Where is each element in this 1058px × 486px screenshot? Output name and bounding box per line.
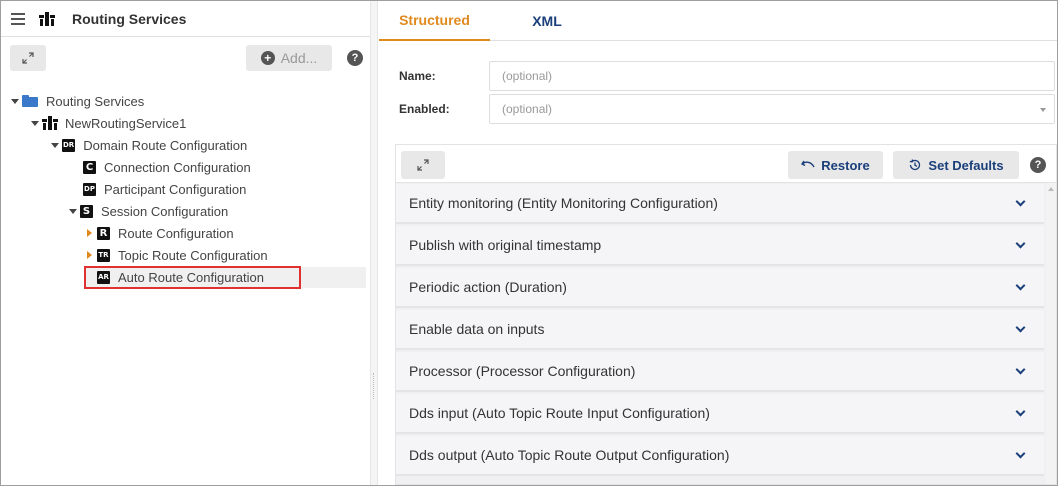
section-label: Processor (Processor Configuration) xyxy=(409,363,636,379)
config-expand-button[interactable] xyxy=(401,151,445,179)
section-dds-output[interactable]: Dds output (Auto Topic Route Output Conf… xyxy=(396,436,1044,476)
dropdown-arrow-icon xyxy=(1040,108,1046,112)
tree-item-label: Auto Route Configuration xyxy=(118,269,264,285)
caret-down-icon[interactable] xyxy=(51,142,59,148)
chevron-down-icon xyxy=(1015,364,1026,375)
panel-splitter[interactable] xyxy=(370,1,378,485)
left-header: Routing Services xyxy=(1,1,370,37)
chevron-down-icon xyxy=(1015,280,1026,291)
chevron-down-icon xyxy=(1015,196,1026,207)
section-enable-data[interactable]: Enable data on inputs xyxy=(396,310,1044,350)
app-title: Routing Services xyxy=(72,10,187,27)
restore-label: Restore xyxy=(821,157,870,173)
splitter-grip[interactable] xyxy=(373,373,375,399)
config-panel: Restore Set Defaults ? Entity monitoring… xyxy=(395,144,1057,485)
r-badge-icon: R xyxy=(97,226,110,240)
enabled-row: Enabled: (optional) xyxy=(379,94,1057,124)
chevron-down-icon xyxy=(1015,448,1026,459)
tree-item-label: Participant Configuration xyxy=(104,181,247,197)
config-toolbar: Restore Set Defaults ? xyxy=(396,145,1056,183)
dp-badge-icon: DP xyxy=(83,182,96,196)
section-processor[interactable]: Processor (Processor Configuration) xyxy=(396,352,1044,392)
folder-open-icon xyxy=(22,95,38,107)
chevron-down-icon xyxy=(1015,406,1026,417)
caret-down-icon[interactable] xyxy=(31,120,39,126)
tree-item-label: Route Configuration xyxy=(118,225,234,241)
routing-service-icon xyxy=(42,116,58,130)
tree-item-label: Topic Route Configuration xyxy=(118,247,268,263)
ar-badge-icon: AR xyxy=(97,270,110,284)
hamburger-menu-icon[interactable] xyxy=(11,12,25,25)
tree-item-label: NewRoutingService1 xyxy=(65,115,187,131)
right-panel: Structured XML Name: Enabled: (optional)… xyxy=(379,1,1057,485)
undo-icon xyxy=(801,160,815,168)
tree-item-session[interactable]: S Session Configuration xyxy=(69,200,228,222)
add-button-label: Add... xyxy=(280,50,318,66)
caret-right-icon[interactable] xyxy=(87,251,92,259)
tree-item-domain-route[interactable]: DR Domain Route Configuration xyxy=(51,134,247,156)
tree-item-participant[interactable]: DP Participant Configuration xyxy=(83,178,246,200)
expand-button[interactable] xyxy=(10,45,46,71)
tab-xml[interactable]: XML xyxy=(508,1,586,41)
enabled-select-value: (optional) xyxy=(502,102,553,116)
chevron-down-icon xyxy=(1015,322,1026,333)
config-scrollbar[interactable] xyxy=(1046,183,1056,484)
set-defaults-button[interactable]: Set Defaults xyxy=(893,151,1019,179)
section-dds-input[interactable]: Dds input (Auto Topic Route Input Config… xyxy=(396,394,1044,434)
tree-item-routing-services[interactable]: Routing Services xyxy=(11,90,144,112)
tree-item-connection[interactable]: C Connection Configuration xyxy=(83,156,251,178)
dr-badge-icon: DR xyxy=(62,138,76,152)
caret-down-icon[interactable] xyxy=(11,98,19,104)
scroll-up-arrow-icon[interactable] xyxy=(1048,187,1054,191)
tab-bar: Structured XML xyxy=(379,1,1057,41)
tree-item-label: Routing Services xyxy=(46,93,145,109)
add-button[interactable]: + Add... xyxy=(246,45,332,71)
tree-item-topic-route[interactable]: TR Topic Route Configuration xyxy=(85,244,268,266)
section-entity-monitoring[interactable]: Entity monitoring (Entity Monitoring Con… xyxy=(396,184,1044,224)
tr-badge-icon: TR xyxy=(97,248,110,262)
restore-button[interactable]: Restore xyxy=(788,151,883,179)
section-label: Periodic action (Duration) xyxy=(409,279,567,295)
section-label: Dds output (Auto Topic Route Output Conf… xyxy=(409,447,730,463)
name-row: Name: xyxy=(379,61,1057,91)
tree-item-label: Connection Configuration xyxy=(104,159,251,175)
section-label: Enable data on inputs xyxy=(409,321,545,337)
section-periodic-action[interactable]: Periodic action (Duration) xyxy=(396,268,1044,308)
expand-icon xyxy=(22,52,34,64)
tree-item-newroutingservice1[interactable]: NewRoutingService1 xyxy=(31,112,186,134)
tree-item-label: Domain Route Configuration xyxy=(83,137,248,153)
caret-down-icon[interactable] xyxy=(69,208,77,214)
tree-item-label: Session Configuration xyxy=(101,203,229,219)
tab-structured[interactable]: Structured xyxy=(379,1,490,41)
section-label: Publish with original timestamp xyxy=(409,237,602,253)
section-label: Entity monitoring (Entity Monitoring Con… xyxy=(409,195,718,211)
enabled-label: Enabled: xyxy=(399,102,450,116)
help-icon[interactable]: ? xyxy=(347,50,363,66)
name-input[interactable] xyxy=(489,61,1055,91)
chevron-down-icon xyxy=(1015,238,1026,249)
expand-icon xyxy=(417,159,429,171)
routing-service-logo-icon xyxy=(39,11,55,26)
section-publish-timestamp[interactable]: Publish with original timestamp xyxy=(396,226,1044,266)
config-help-icon[interactable]: ? xyxy=(1030,157,1046,173)
enabled-select[interactable]: (optional) xyxy=(489,94,1055,124)
left-panel: Routing Services + Add... ? Routing Serv… xyxy=(1,1,370,485)
set-defaults-label: Set Defaults xyxy=(928,157,1004,173)
s-badge-icon: S xyxy=(80,204,93,218)
caret-right-icon[interactable] xyxy=(87,229,92,237)
name-label: Name: xyxy=(399,69,436,83)
tree-item-route[interactable]: R Route Configuration xyxy=(85,222,234,244)
plus-circle-icon: + xyxy=(260,51,275,65)
left-toolbar: + Add... ? xyxy=(1,37,370,77)
section-label: Dds input (Auto Topic Route Input Config… xyxy=(409,405,710,421)
history-icon xyxy=(910,159,921,171)
c-badge-icon: C xyxy=(83,160,96,174)
tree-item-auto-route[interactable]: AR Auto Route Configuration xyxy=(97,266,264,288)
